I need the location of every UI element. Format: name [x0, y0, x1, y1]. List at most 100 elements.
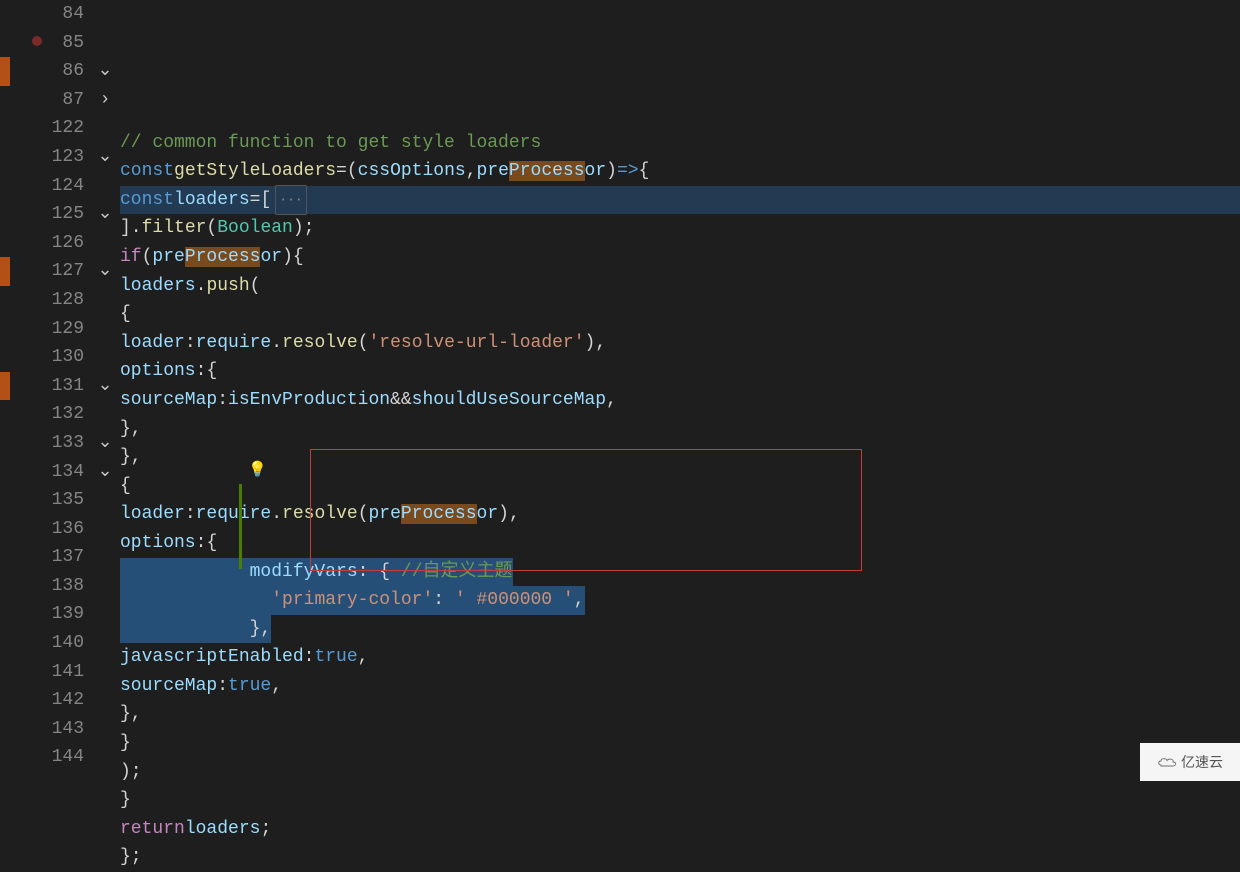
line-number: 126 [10, 229, 84, 258]
fold-spacer [90, 715, 120, 744]
change-bar [239, 484, 242, 570]
code-line[interactable]: const getStyleLoaders = (cssOptions, pre… [120, 157, 1240, 186]
chevron-down-icon[interactable]: ⌄ [90, 458, 120, 487]
chevron-down-icon[interactable]: ⌄ [90, 429, 120, 458]
chevron-down-icon[interactable]: ⌄ [90, 200, 120, 229]
code-line[interactable]: }, [120, 700, 1240, 729]
code-line[interactable]: sourceMap: isEnvProduction && shouldUseS… [120, 386, 1240, 415]
fold-spacer [90, 114, 120, 143]
code-line[interactable]: loader: require.resolve(preProcessor), [120, 500, 1240, 529]
line-number: 140 [10, 629, 84, 658]
fold-spacer [90, 400, 120, 429]
watermark-logo: 亿速云 [1140, 743, 1240, 781]
code-line[interactable]: ].filter(Boolean); [120, 214, 1240, 243]
line-number: 134 [10, 458, 84, 487]
minimap-tick [0, 343, 10, 372]
line-number: 128 [10, 286, 84, 315]
line-number: 86 [10, 57, 84, 86]
line-number: 137 [10, 543, 84, 572]
fold-spacer [90, 629, 120, 658]
minimap-tick [0, 658, 10, 687]
minimap-tick [0, 458, 10, 487]
fold-spacer [90, 543, 120, 572]
line-number: 141 [10, 658, 84, 687]
code-line[interactable]: options: { [120, 357, 1240, 386]
chevron-right-icon[interactable]: › [90, 86, 120, 115]
line-number: 125 [10, 200, 84, 229]
minimap-tick [0, 715, 10, 744]
fold-spacer [90, 229, 120, 258]
fold-spacer [90, 315, 120, 344]
fold-spacer [90, 172, 120, 201]
fold-spacer [90, 286, 120, 315]
watermark-text: 亿速云 [1181, 752, 1223, 772]
minimap-tick [0, 515, 10, 544]
code-area[interactable]: 💡 // common function to get style loader… [120, 0, 1240, 781]
line-number: 84 [10, 0, 84, 29]
code-line[interactable]: options: { [120, 529, 1240, 558]
minimap-tick [0, 0, 10, 29]
code-editor: 8485868712212312412512612712812913013113… [0, 0, 1240, 781]
code-line[interactable]: modifyVars: { //自定义主题 [120, 558, 1240, 587]
minimap-tick [0, 114, 10, 143]
line-number: 138 [10, 572, 84, 601]
lightbulb-icon[interactable]: 💡 [248, 460, 267, 479]
activity-bar [0, 0, 10, 781]
fold-spacer [90, 600, 120, 629]
code-line[interactable]: { [120, 300, 1240, 329]
minimap-tick [0, 29, 10, 58]
line-number: 132 [10, 400, 84, 429]
chevron-down-icon[interactable]: ⌄ [90, 143, 120, 172]
minimap-tick [0, 57, 10, 86]
code-line[interactable]: } [120, 786, 1240, 815]
code-line[interactable]: if (preProcessor) { [120, 243, 1240, 272]
fold-spacer [90, 686, 120, 715]
code-line[interactable]: sourceMap: true, [120, 672, 1240, 701]
fold-spacer [90, 486, 120, 515]
code-line[interactable]: }; [120, 843, 1240, 872]
minimap-tick [0, 229, 10, 258]
fold-spacer [90, 743, 120, 772]
minimap-tick [0, 372, 10, 401]
minimap-tick [0, 429, 10, 458]
code-line[interactable]: }, [120, 443, 1240, 472]
chevron-down-icon[interactable]: ⌄ [90, 372, 120, 401]
line-number: 123 [10, 143, 84, 172]
line-number: 122 [10, 114, 84, 143]
chevron-down-icon[interactable]: ⌄ [90, 257, 120, 286]
code-line[interactable]: loaders.push( [120, 272, 1240, 301]
fold-spacer [90, 572, 120, 601]
code-line[interactable] [120, 100, 1240, 129]
code-line[interactable]: return loaders; [120, 815, 1240, 844]
minimap-tick [0, 572, 10, 601]
minimap-tick [0, 172, 10, 201]
minimap-tick [0, 629, 10, 658]
line-number: 135 [10, 486, 84, 515]
code-line[interactable]: }, [120, 415, 1240, 444]
line-number: 133 [10, 429, 84, 458]
line-number: 127 [10, 257, 84, 286]
code-line[interactable]: // common function to get style loaders [120, 129, 1240, 158]
line-number: 131 [10, 372, 84, 401]
line-number: 136 [10, 515, 84, 544]
line-number: 143 [10, 715, 84, 744]
minimap-tick [0, 86, 10, 115]
code-line[interactable]: loader: require.resolve('resolve-url-loa… [120, 329, 1240, 358]
line-number: 87 [10, 86, 84, 115]
minimap-tick [0, 543, 10, 572]
minimap-tick [0, 257, 10, 286]
line-number: 139 [10, 600, 84, 629]
code-line[interactable]: } [120, 729, 1240, 758]
code-line[interactable]: { [120, 472, 1240, 501]
code-line[interactable]: javascriptEnabled: true, [120, 643, 1240, 672]
chevron-down-icon[interactable]: ⌄ [90, 57, 120, 86]
code-line[interactable]: 'primary-color': ' #000000 ', [120, 586, 1240, 615]
fold-spacer [90, 658, 120, 687]
code-line[interactable]: }, [120, 615, 1240, 644]
minimap-tick [0, 600, 10, 629]
minimap-tick [0, 143, 10, 172]
line-number: 144 [10, 743, 84, 772]
code-line[interactable]: ); [120, 758, 1240, 787]
breakpoint-icon[interactable] [32, 36, 42, 46]
code-line[interactable]: const loaders = [··· [120, 186, 1240, 215]
